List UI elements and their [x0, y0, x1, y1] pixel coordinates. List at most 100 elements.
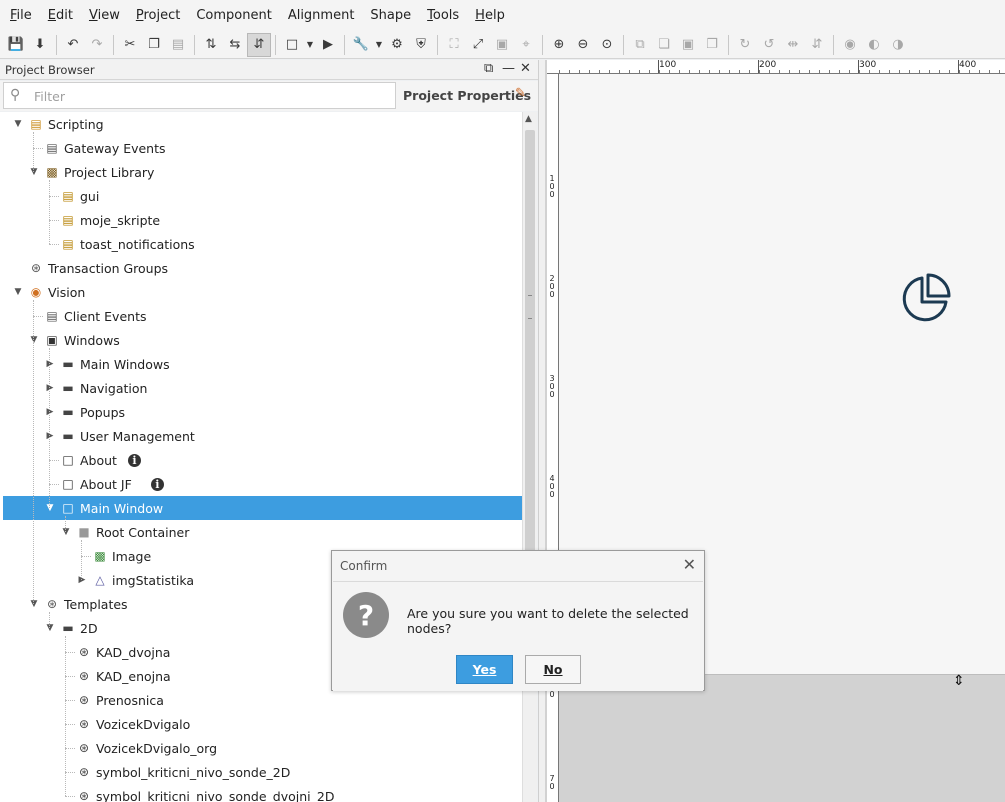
ungroup-icon[interactable]: ❏: [652, 33, 676, 57]
flip-vertical-icon[interactable]: ⇵: [805, 33, 829, 57]
expand-icon[interactable]: ⤢: [466, 33, 490, 57]
save-all-icon[interactable]: ⬇: [28, 33, 52, 57]
tree-item[interactable]: ▶ ▬ User Management: [3, 424, 522, 448]
tree-item[interactable]: ⊛ VozicekDvigalo: [3, 712, 522, 736]
pie-chart-icon[interactable]: [898, 272, 952, 326]
tree-item[interactable]: ▼ ▩ Project Library: [3, 160, 522, 184]
layer-down-icon[interactable]: ⇅: [199, 33, 223, 57]
shield-icon[interactable]: ⛨: [409, 33, 433, 57]
paste-icon[interactable]: ▤: [166, 33, 190, 57]
shrink-icon[interactable]: ▣: [490, 33, 514, 57]
bring-front-icon[interactable]: ▣: [676, 33, 700, 57]
minimize-icon[interactable]: —: [502, 61, 515, 76]
menu-tools[interactable]: Tools: [419, 0, 467, 31]
caret-down-icon[interactable]: ▼: [45, 503, 55, 513]
tree-item[interactable]: ⊛ Prenosnica: [3, 688, 522, 712]
scroll-thumb[interactable]: [525, 130, 535, 554]
caret-down-icon[interactable]: ▼: [29, 599, 39, 609]
menu-bar: File Edit View Project Component Alignment Sha…: [0, 0, 1005, 31]
caret-right-icon[interactable]: ▶: [77, 575, 87, 585]
menu-alignment[interactable]: Alignment: [280, 0, 363, 31]
tree-item[interactable]: ▶ ▬ Main Windows: [3, 352, 522, 376]
caret-down-icon[interactable]: ▼: [29, 335, 39, 345]
crop-icon[interactable]: ⌖: [514, 33, 538, 57]
shape-intersect-icon[interactable]: ◑: [886, 33, 910, 57]
close-icon[interactable]: ✕: [520, 61, 531, 76]
tree-item[interactable]: ▼ ▤ Scripting: [3, 112, 522, 136]
caret-right-icon[interactable]: ▶: [45, 407, 55, 417]
tree-guide: [33, 132, 34, 172]
zoom-out-icon[interactable]: ⊖: [571, 33, 595, 57]
toggle-layer-icon[interactable]: ⇵: [247, 32, 271, 57]
tree-item[interactable]: ▼ □ Main Window: [3, 496, 522, 520]
save-icon[interactable]: 💾: [4, 33, 28, 57]
rotate-left-icon[interactable]: ↺: [757, 33, 781, 57]
layer-up-icon[interactable]: ⇆: [223, 33, 247, 57]
group-icon[interactable]: ⧉: [628, 33, 652, 57]
tree-item[interactable]: ▼ ◉ Vision: [3, 280, 522, 304]
caret-down-icon[interactable]: ▼: [29, 167, 39, 177]
tree-item[interactable]: □ About JF i: [3, 472, 522, 496]
tree-item[interactable]: ▤ moje_skripte: [3, 208, 522, 232]
menu-component[interactable]: Component: [188, 0, 279, 31]
ruler-minor-tick: [899, 70, 900, 73]
tree-item[interactable]: ⊛ symbol_kriticni_nivo_sonde_2D: [3, 760, 522, 784]
tree-item[interactable]: ▶ ▬ Navigation: [3, 376, 522, 400]
zoom-in-icon[interactable]: ⊕: [547, 33, 571, 57]
zoom-actual-icon[interactable]: ⊙: [595, 33, 619, 57]
gear-tool-icon[interactable]: ⚙: [385, 33, 409, 57]
caret-down-icon[interactable]: ▼: [61, 527, 71, 537]
fit-icon[interactable]: ⛶: [442, 33, 466, 57]
tree-item[interactable]: ⊛ VozicekDvigalo_org: [3, 736, 522, 760]
filter-input[interactable]: ⚲ Filter: [3, 82, 396, 109]
caret-down-icon[interactable]: ▼: [45, 623, 55, 633]
dialog-close-icon[interactable]: ✕: [683, 555, 696, 574]
undo-icon[interactable]: ↶: [61, 33, 85, 57]
rotate-right-icon[interactable]: ↻: [733, 33, 757, 57]
tree-item[interactable]: ⊛ symbol_kriticni_nivo_sonde_dvojni_2D: [3, 784, 522, 802]
caret-right-icon[interactable]: ▶: [45, 431, 55, 441]
caret-down-icon[interactable]: ▼: [13, 287, 23, 297]
tree-item[interactable]: ▤ Gateway Events: [3, 136, 522, 160]
scroll-up-icon[interactable]: ▲: [525, 114, 532, 124]
cut-icon[interactable]: ✂: [118, 33, 142, 57]
tree-scrollbar[interactable]: ▲: [522, 112, 537, 802]
caret-right-icon[interactable]: ▶: [45, 383, 55, 393]
copy-icon[interactable]: ❐: [142, 33, 166, 57]
tree-item[interactable]: ⊛ Transaction Groups: [3, 256, 522, 280]
dropdown-arrow-icon[interactable]: ▼: [373, 33, 385, 57]
shape-union-icon[interactable]: ◉: [838, 33, 862, 57]
wrench-icon[interactable]: 🔧: [349, 33, 373, 57]
yes-button[interactable]: Yes: [456, 655, 513, 684]
dropdown-arrow-icon[interactable]: ▼: [304, 33, 316, 57]
menu-file[interactable]: File: [2, 0, 40, 31]
tree-item[interactable]: ▼ ▣ Windows: [3, 328, 522, 352]
restore-icon[interactable]: ⧉: [484, 61, 493, 76]
menu-view[interactable]: View: [81, 0, 128, 31]
rectangle-select-icon[interactable]: □: [280, 33, 304, 57]
send-back-icon[interactable]: ❐: [700, 33, 724, 57]
ruler-minor-tick: [679, 70, 680, 73]
tree-item[interactable]: □ About i: [3, 448, 522, 472]
tree-item-label: Vision: [48, 284, 86, 300]
tree-item[interactable]: ▶ ▬ Popups: [3, 400, 522, 424]
tree-item-label: 2D: [80, 620, 98, 636]
menu-project[interactable]: Project: [128, 0, 189, 31]
project-properties-link[interactable]: Project Properties: [403, 88, 531, 103]
tree-item[interactable]: ▤ toast_notifications: [3, 232, 522, 256]
menu-edit[interactable]: Edit: [40, 0, 81, 31]
caret-down-icon[interactable]: ▼: [13, 119, 23, 129]
menu-help[interactable]: Help: [467, 0, 513, 31]
resize-handle-icon[interactable]: ⇕: [953, 673, 965, 689]
tree-item[interactable]: ▤ gui: [3, 184, 522, 208]
shape-subtract-icon[interactable]: ◐: [862, 33, 886, 57]
tree-item-label: Scripting: [48, 116, 104, 132]
redo-icon[interactable]: ↷: [85, 33, 109, 57]
tree-item[interactable]: ▤ Client Events: [3, 304, 522, 328]
no-button[interactable]: No: [525, 655, 581, 684]
project-properties-icon[interactable]: ✎: [515, 86, 526, 101]
caret-right-icon[interactable]: ▶: [45, 359, 55, 369]
menu-shape[interactable]: Shape: [362, 0, 419, 31]
flip-horizontal-icon[interactable]: ⇹: [781, 33, 805, 57]
play-icon[interactable]: ▶: [316, 33, 340, 57]
